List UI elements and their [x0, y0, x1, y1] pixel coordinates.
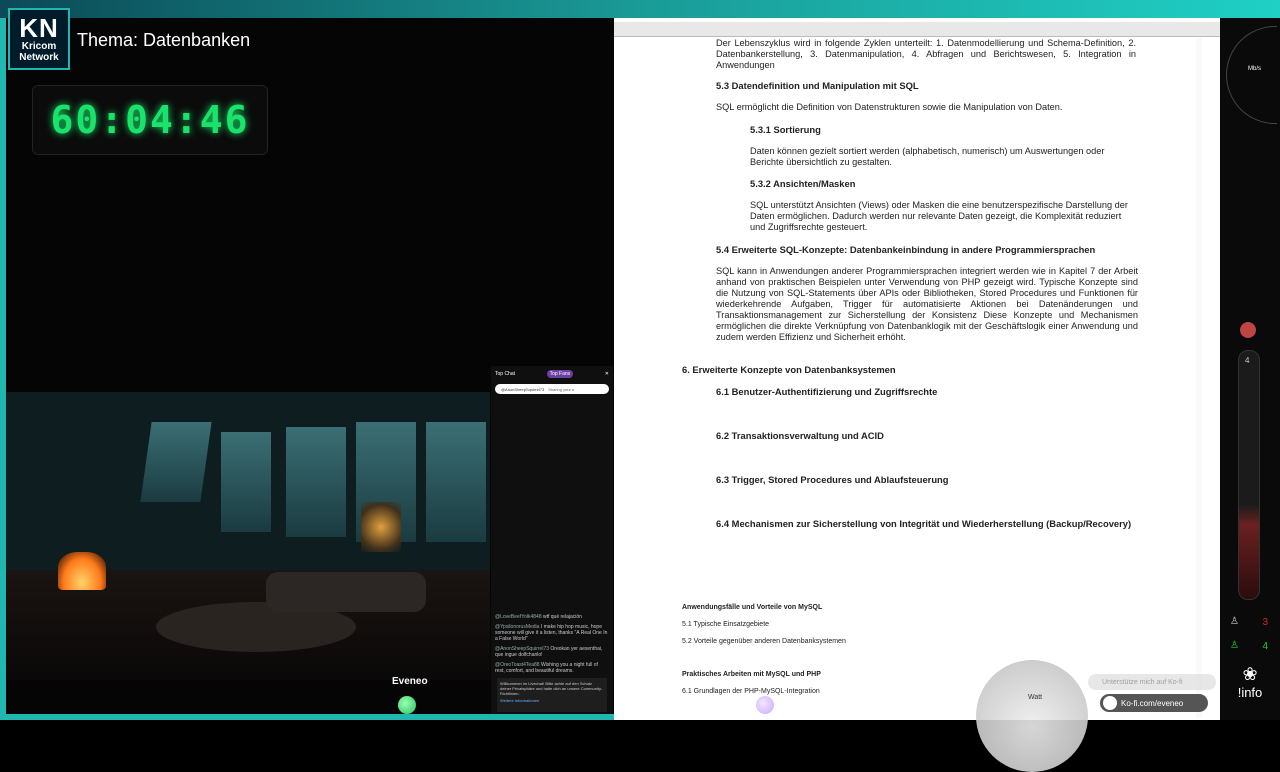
heading-5-3-1: 5.3.1 Sortierung	[750, 124, 821, 135]
kofi-hint-text: Unterstütze mich auf Ko-fi	[1102, 678, 1183, 686]
speed-unit-label: Mb/s	[1248, 66, 1262, 72]
window-pane	[286, 427, 346, 537]
heading-6-3: 6.3 Trigger, Stored Procedures und Ablau…	[716, 474, 949, 485]
window-pane	[221, 432, 271, 532]
toc-item-5-1: 5.1 Typische Einsatzgebiete	[682, 621, 770, 628]
kofi-link-badge[interactable]: Ko-fi.com/eveneo	[1100, 694, 1208, 712]
chat-message: @AnonSheepSquirrel73 Oreokan yer aesenth…	[495, 646, 609, 658]
heading-6-2: 6.2 Transaktionsverwaltung und ACID	[716, 430, 884, 441]
topic-title: Thema: Datenbanken	[77, 30, 251, 50]
heading-5-4: 5.4 Erweiterte SQL-Konzepte: Datenbankei…	[716, 244, 1096, 255]
status-orb	[398, 696, 416, 714]
logo-line2: Network	[19, 52, 59, 63]
cpu-icon: ❀	[1242, 664, 1258, 684]
status-orb-purple	[756, 696, 774, 714]
sofa	[266, 572, 426, 612]
logo-line1: Kricom	[21, 41, 57, 52]
document-scrollbar[interactable]	[1196, 38, 1202, 718]
toc-item-6-1: 6.1 Grundlagen der PHP-MySQL-Integration	[682, 688, 820, 695]
fireplace	[58, 552, 106, 590]
chat-mode-dropdown[interactable]: Top Chat	[495, 371, 515, 377]
document-ruler[interactable]	[614, 22, 1220, 37]
power-gauge-label: Watt	[1028, 694, 1043, 701]
kofi-link-text: Ko-fi.com/eveneo	[1121, 698, 1184, 708]
chat-messages: @LoveBeefYolk4848 wtf qué relajación @Yp…	[495, 614, 609, 678]
info-command: ❀ !info	[1228, 664, 1272, 714]
viewer-count-green: 4	[1262, 641, 1268, 652]
viewer-stat-green: ♙ 4	[1228, 638, 1272, 658]
frame-top-bar	[0, 0, 1280, 18]
ambient-room-scene	[6, 392, 490, 680]
chat-badge: Top Fans	[546, 370, 574, 378]
chat-message: @LoveBeefYolk4848 wtf qué relajación	[495, 614, 609, 620]
kofi-hint: Unterstütze mich auf Ko-fi	[1088, 674, 1216, 690]
logo-abbr: KN	[19, 13, 59, 43]
thermometer-gauge	[1238, 350, 1260, 600]
toc-item-5-2: 5.2 Vorteile gegenüber anderen Datenbank…	[682, 638, 846, 645]
viewer-stat-red: ♙ 3	[1228, 614, 1272, 634]
chat-text: wtf qué relajación	[543, 614, 582, 620]
toc-heading-mysql: Anwendungsfälle und Vorteile von MySQL	[682, 604, 823, 611]
window-pane	[140, 422, 212, 502]
paragraph-5-4: SQL kann in Anwendungen anderer Programm…	[716, 266, 1138, 342]
heading-5-3-2: 5.3.2 Ansichten/Masken	[750, 178, 856, 189]
chat-welcome-text: Willkommen im Livechat! Bitte achte auf …	[500, 681, 603, 696]
kricom-network-logo: KN Kricom Network	[8, 8, 70, 70]
chat-user: @LoveBeefYolk4848	[495, 614, 542, 620]
paragraph-5-3-2: SQL unterstützt Ansichten (Views) oder M…	[750, 200, 1128, 232]
info-label: !info	[1237, 685, 1263, 700]
paragraph-5-3-1: Daten können gezielt sortiert werden (al…	[750, 146, 1105, 167]
chat-more-info-link[interactable]: Weitere Informationen	[500, 698, 604, 703]
intro-paragraph: Der Lebenszyklus wird in folgende Zyklen…	[716, 38, 1136, 70]
power-gauge	[976, 660, 1088, 772]
chat-input-placeholder: Sharing your e	[548, 386, 575, 392]
heading-5-3: 5.3 Datendefinition und Manipulation mit…	[716, 80, 919, 91]
heading-6: 6. Erweiterte Konzepte von Datenbanksyst…	[682, 364, 896, 375]
person-icon: ♙	[1230, 616, 1239, 627]
chat-input[interactable]: @AnonSheepSquirrel73 Sharing your e	[495, 384, 609, 394]
thermometer-value: 4	[1245, 356, 1250, 365]
paragraph-5-3: SQL ermöglicht die Definition von Datens…	[716, 102, 1063, 112]
chat-welcome-notice: Willkommen im Livechat! Bitte achte auf …	[497, 678, 607, 712]
person-icon: ♙	[1230, 640, 1239, 651]
document-page[interactable]: Der Lebenszyklus wird in folgende Zyklen…	[624, 38, 1194, 718]
heading-6-1: 6.1 Benutzer-Authentifizierung und Zugri…	[716, 386, 938, 397]
viewer-count-red: 3	[1262, 617, 1268, 628]
document-editor: Der Lebenszyklus wird in folgende Zyklen…	[614, 18, 1220, 720]
streamer-name: Eveneo	[392, 676, 428, 687]
city-lights	[361, 502, 401, 552]
chat-header: Top Chat Top Fans ✕	[491, 366, 613, 382]
coffee-cup-icon	[1240, 322, 1256, 338]
window-pane	[426, 422, 486, 542]
chat-input-user: @AnonSheepSquirrel73	[501, 386, 545, 392]
chat-message: @YpsilonorusMedia I make hip hop music, …	[495, 624, 609, 642]
toc-heading-php: Praktisches Arbeiten mit MySQL und PHP	[682, 671, 821, 678]
chat-message: @OreoToast4Tea88 Wishing you a night ful…	[495, 662, 609, 674]
heading-6-4: 6.4 Mechanismen zur Sicherstellung von I…	[716, 518, 1132, 529]
close-icon[interactable]: ✕	[605, 371, 609, 377]
kofi-icon	[1103, 696, 1117, 710]
countdown-timer: 60:04:46	[32, 85, 268, 155]
live-chat-panel: Top Chat Top Fans ✕ @AnonSheepSquirrel73…	[491, 366, 613, 714]
